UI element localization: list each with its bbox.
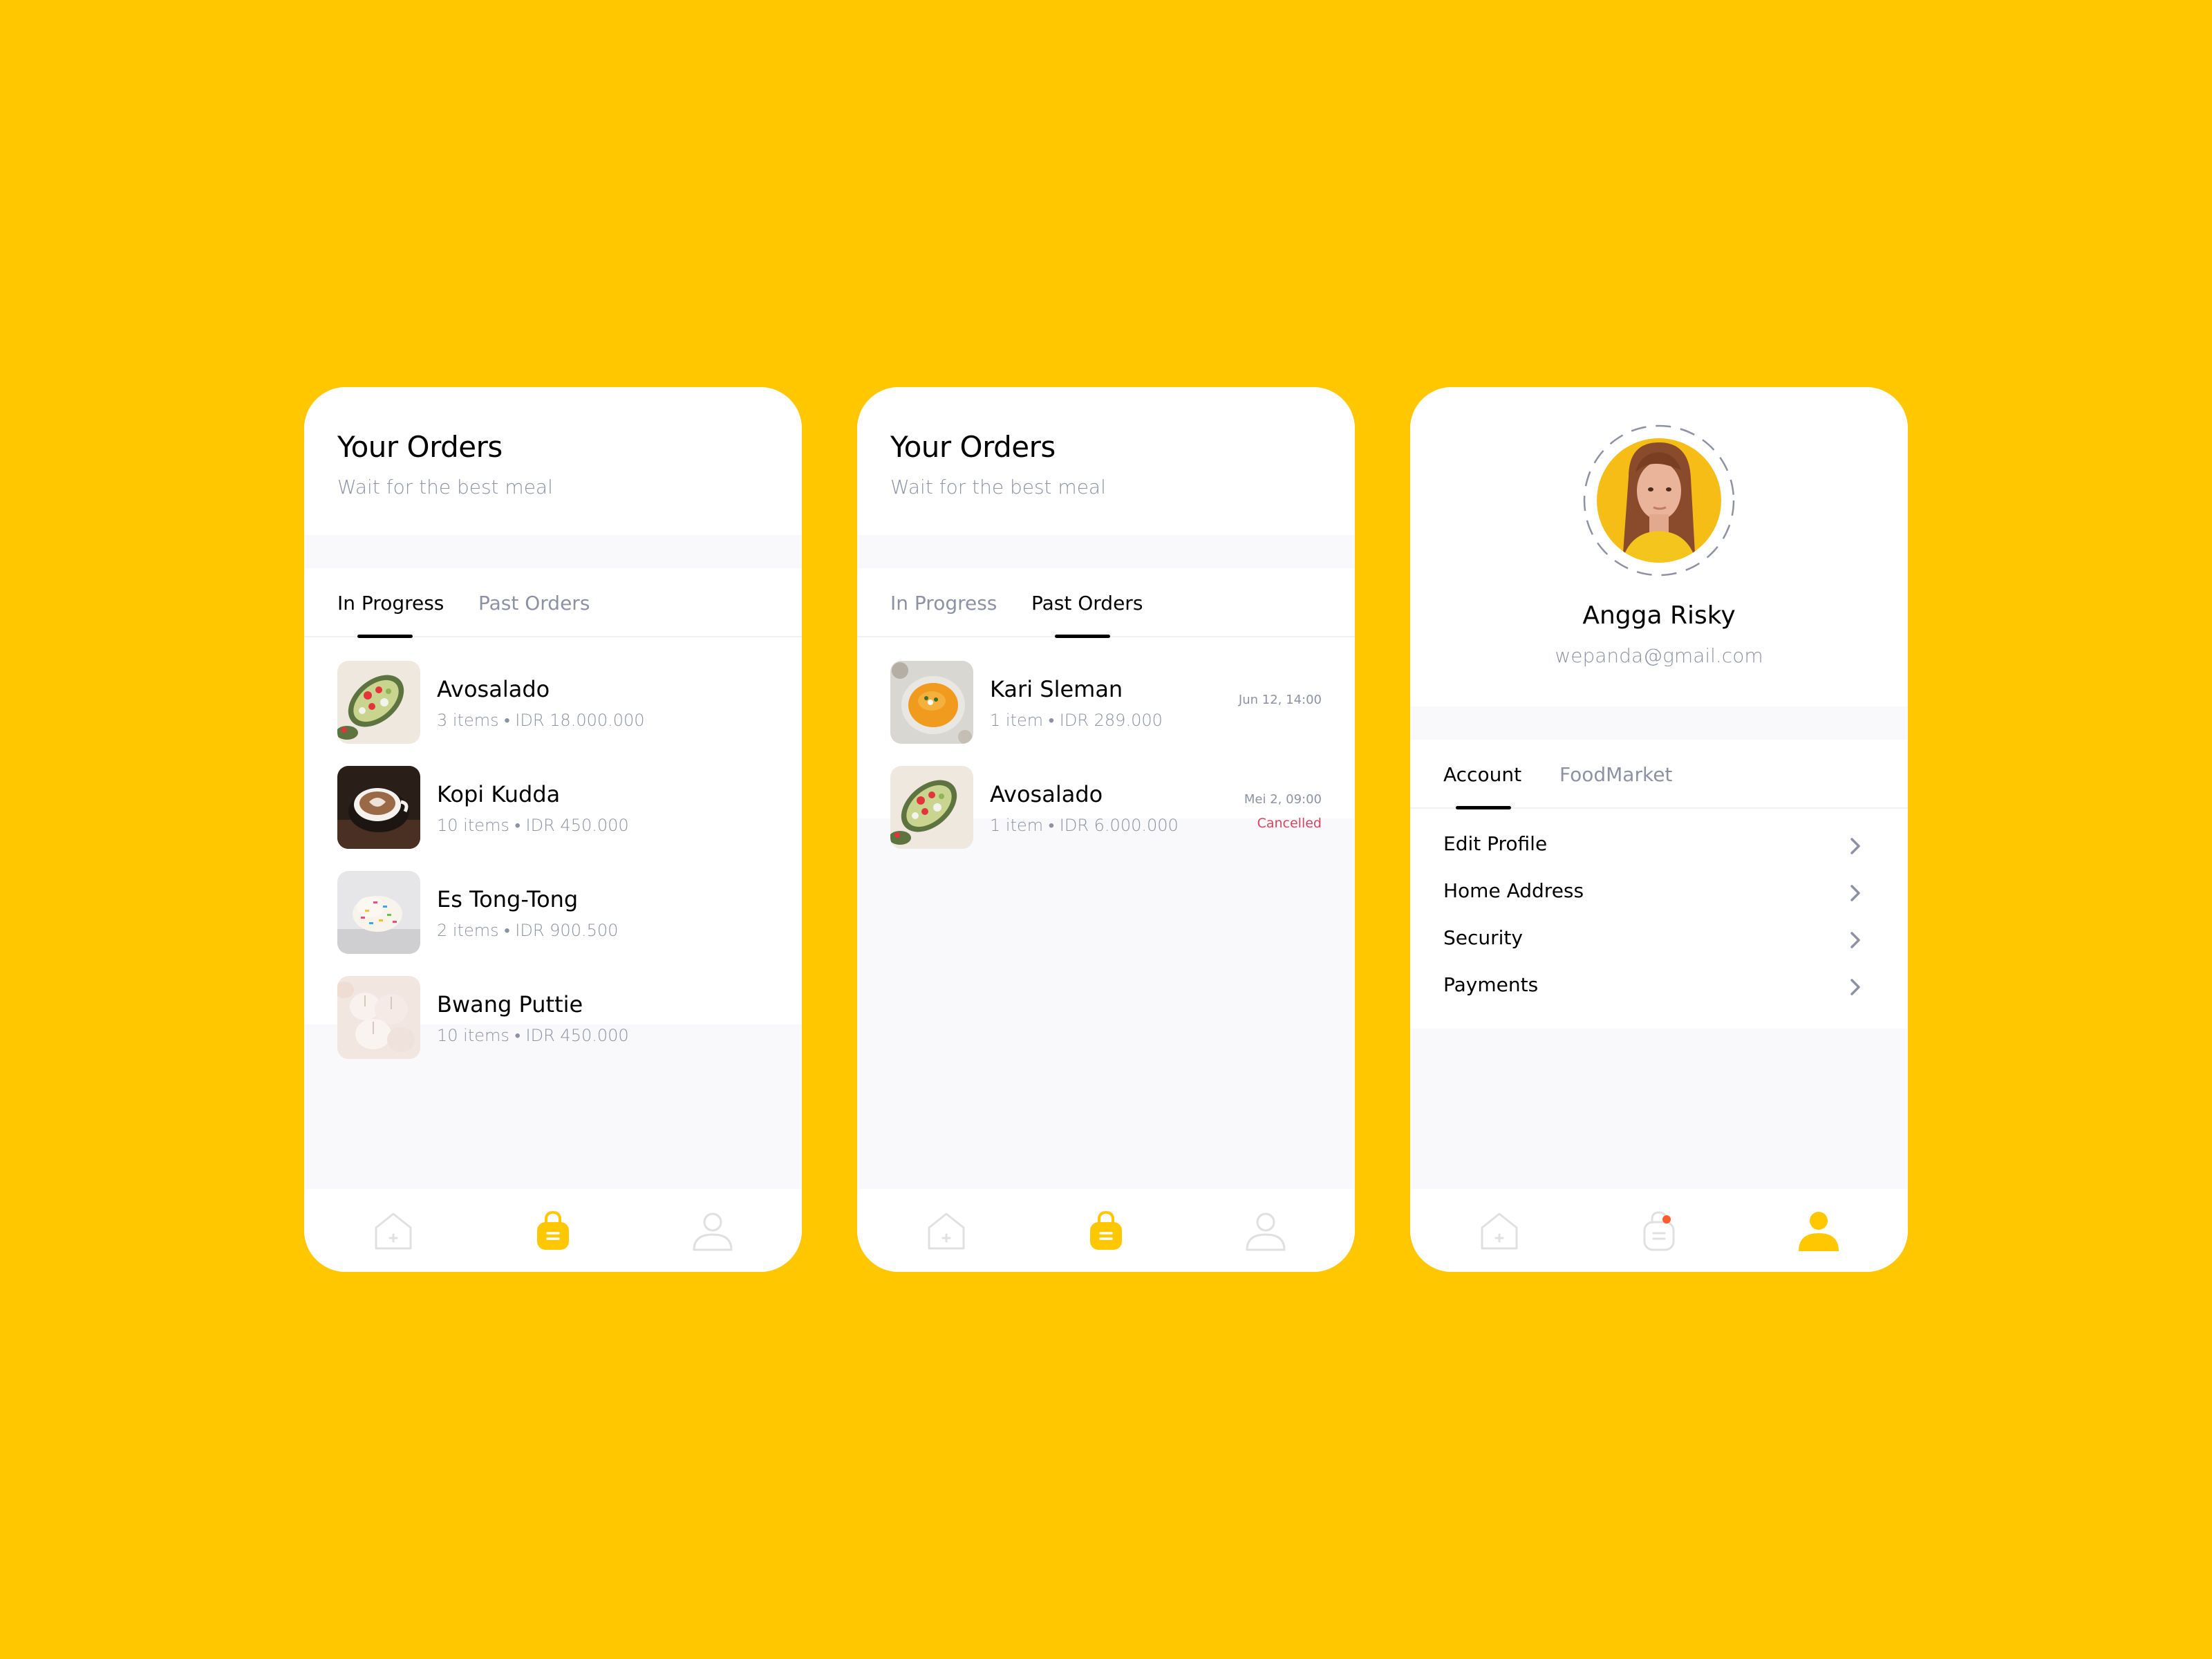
bottom-navigation: [304, 1189, 802, 1272]
orders-bag-icon[interactable]: [1636, 1208, 1682, 1254]
order-item[interactable]: Kopi Kudda 10 items • IDR 450.000: [337, 766, 769, 849]
curry-soup-image: [890, 661, 973, 744]
item-meta: 3 items • IDR 18.000.000: [437, 711, 645, 730]
item-meta: 1 item • IDR 289.000: [990, 711, 1163, 730]
orders-tabs: In Progress Past Orders: [304, 568, 802, 638]
menu-item-security[interactable]: Security: [1443, 919, 1875, 961]
page-title: Your Orders: [337, 430, 503, 464]
menu-label: Home Address: [1443, 879, 1584, 902]
page-subtitle: Wait for the best meal: [337, 476, 553, 498]
menu-item-edit-profile[interactable]: Edit Profile: [1443, 825, 1875, 867]
tab-account[interactable]: Account: [1443, 763, 1521, 786]
order-item[interactable]: Bwang Puttie 10 items • IDR 450.000: [337, 976, 769, 1059]
orders-tab-panel: In Progress Past Orders Avosalado 3 item…: [304, 568, 802, 1059]
profile-name: Angga Risky: [1582, 601, 1736, 630]
chevron-right-icon: [1850, 932, 1860, 948]
item-meta: 10 items • IDR 450.000: [437, 816, 629, 835]
orders-screen-past: Your Orders Wait for the best meal In Pr…: [857, 387, 1355, 1272]
menu-label: Payments: [1443, 973, 1539, 996]
order-item[interactable]: Avosalado 1 item • IDR 6.000.000 Mei 2, …: [890, 766, 1322, 849]
active-tab-indicator: [1456, 806, 1511, 809]
profile-screen: Angga Risky wepanda@gmail.com Account Fo…: [1410, 387, 1908, 1272]
menu-item-home-address[interactable]: Home Address: [1443, 872, 1875, 914]
active-tab-indicator: [357, 635, 413, 638]
orders-header: Your Orders Wait for the best meal: [857, 387, 1355, 535]
item-meta: 1 item • IDR 6.000.000: [990, 816, 1179, 835]
tab-in-progress[interactable]: In Progress: [890, 592, 997, 615]
tab-past-orders[interactable]: Past Orders: [478, 592, 590, 615]
item-meta: 2 items • IDR 900.500: [437, 921, 619, 940]
orders-bag-icon[interactable]: [1083, 1208, 1129, 1254]
profile-icon[interactable]: [1796, 1208, 1841, 1254]
profile-header: Angga Risky wepanda@gmail.com: [1410, 387, 1908, 706]
ice-cream-sprinkles-image: [337, 871, 420, 954]
orders-tabs: In Progress Past Orders: [857, 568, 1355, 638]
item-name: Avosalado: [437, 676, 550, 702]
chevron-right-icon: [1850, 979, 1860, 995]
order-item[interactable]: Es Tong-Tong 2 items • IDR 900.500: [337, 871, 769, 954]
notification-dot-icon: [1662, 1215, 1671, 1224]
menu-item-payments[interactable]: Payments: [1443, 966, 1875, 1008]
profile-icon[interactable]: [690, 1208, 735, 1254]
home-icon[interactable]: [1477, 1208, 1522, 1254]
tab-in-progress[interactable]: In Progress: [337, 592, 444, 615]
settings-panel: Account FoodMarket Edit Profile Home Add…: [1410, 740, 1908, 1029]
item-name: Bwang Puttie: [437, 991, 583, 1018]
tab-past-orders[interactable]: Past Orders: [1031, 592, 1143, 615]
profile-tabs: Account FoodMarket: [1410, 740, 1908, 809]
order-date: Jun 12, 14:00: [1238, 693, 1322, 707]
item-name: Kopi Kudda: [437, 781, 561, 807]
page-title: Your Orders: [890, 430, 1056, 464]
item-name: Kari Sleman: [990, 676, 1123, 702]
order-date: Mei 2, 09:00: [1244, 792, 1322, 807]
chevron-right-icon: [1850, 885, 1860, 901]
profile-email: wepanda@gmail.com: [1555, 644, 1763, 667]
active-tab-indicator: [1055, 635, 1110, 638]
bottom-navigation: [857, 1189, 1355, 1272]
bottom-navigation: [1410, 1189, 1908, 1272]
garlic-bulbs-image: [337, 976, 420, 1059]
tab-foodmarket[interactable]: FoodMarket: [1559, 763, 1672, 786]
orders-screen-in-progress: Your Orders Wait for the best meal In Pr…: [304, 387, 802, 1272]
menu-label: Edit Profile: [1443, 832, 1548, 855]
orders-tab-panel: In Progress Past Orders Kari Sleman 1 it…: [857, 568, 1355, 849]
orders-header: Your Orders Wait for the best meal: [304, 387, 802, 535]
orders-bag-icon[interactable]: [530, 1208, 576, 1254]
home-icon[interactable]: [924, 1208, 969, 1254]
profile-icon[interactable]: [1243, 1208, 1288, 1254]
home-icon[interactable]: [371, 1208, 416, 1254]
order-item[interactable]: Avosalado 3 items • IDR 18.000.000: [337, 661, 769, 744]
avocado-salad-image: [337, 661, 420, 744]
latte-coffee-image: [337, 766, 420, 849]
item-meta: 10 items • IDR 450.000: [437, 1026, 629, 1045]
status-cancelled-badge: Cancelled: [1257, 816, 1322, 831]
order-item[interactable]: Kari Sleman 1 item • IDR 289.000 Jun 12,…: [890, 661, 1322, 744]
page-subtitle: Wait for the best meal: [890, 476, 1106, 498]
item-name: Es Tong-Tong: [437, 886, 579, 912]
item-name: Avosalado: [990, 781, 1103, 807]
chevron-right-icon: [1850, 838, 1860, 854]
menu-label: Security: [1443, 926, 1523, 949]
avatar[interactable]: [1580, 422, 1738, 579]
avocado-salad-image: [890, 766, 973, 849]
